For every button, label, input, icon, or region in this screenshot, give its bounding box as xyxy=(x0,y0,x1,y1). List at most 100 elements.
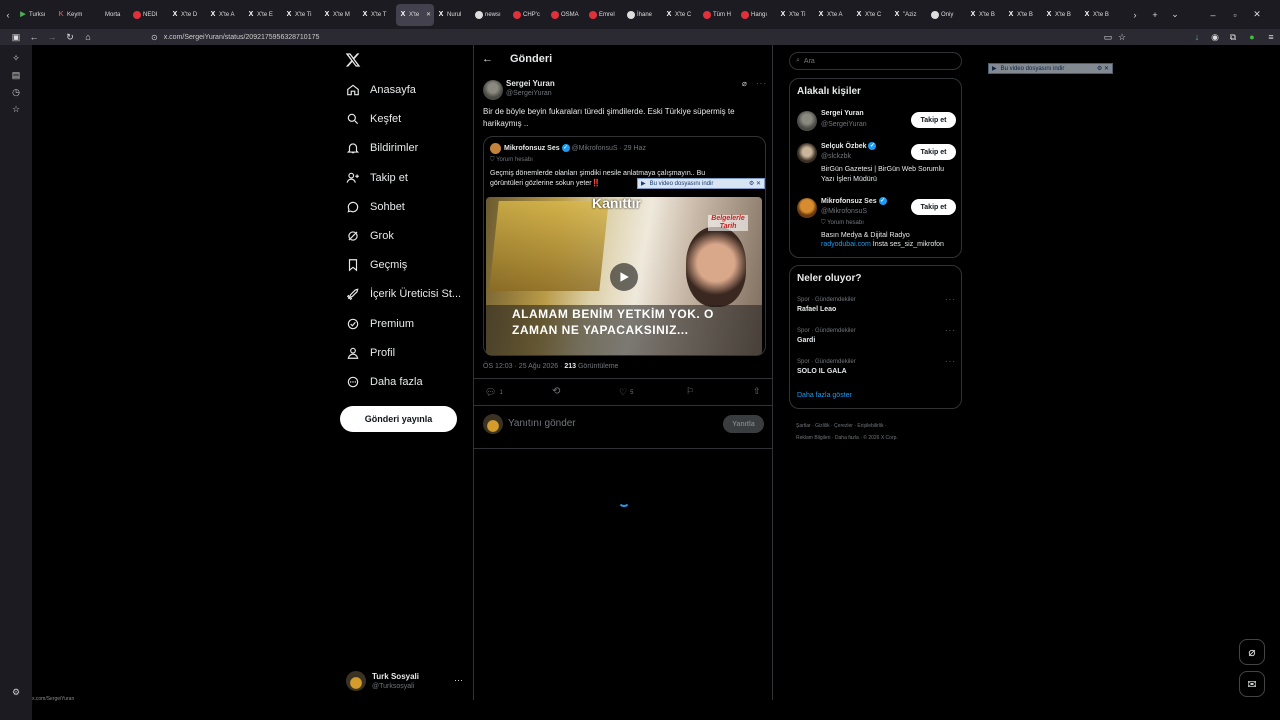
browser-tab[interactable]: NEDI xyxy=(130,4,168,26)
tab-scroll-right-icon[interactable]: › xyxy=(1128,8,1142,22)
nav-item-chat[interactable]: Sohbet xyxy=(346,195,405,219)
reload-icon[interactable]: ↻ xyxy=(63,30,77,44)
browser-tab[interactable]: Oniy xyxy=(928,4,966,26)
nav-item-premium[interactable]: Premium xyxy=(346,312,414,336)
browser-tab[interactable]: İhane xyxy=(624,4,662,26)
follow-button[interactable]: Takip et xyxy=(911,199,956,215)
browser-tab[interactable]: X X'te D xyxy=(168,4,206,26)
follow-button[interactable]: Takip et xyxy=(911,144,956,160)
download-options-icon[interactable]: ⚙ ✕ xyxy=(749,180,761,187)
retweet-icon[interactable]: ⟲ xyxy=(552,386,560,397)
extension-green-icon[interactable]: ● xyxy=(1245,30,1259,44)
bookmark-action-icon[interactable]: ⚐ xyxy=(686,386,694,397)
close-window-icon[interactable]: ✕ xyxy=(1250,8,1264,22)
nav-item-grok[interactable]: Grok xyxy=(346,224,394,248)
x-logo-icon[interactable] xyxy=(345,52,361,68)
reply-input[interactable]: Yanıtını gönder xyxy=(508,418,576,429)
share-icon[interactable]: ⇧ xyxy=(753,386,761,397)
tweet-author-handle[interactable]: @SergeiYuran xyxy=(506,90,552,97)
download-icon[interactable]: ↓ xyxy=(1190,30,1204,44)
address-bar[interactable]: ⊙ x.com/SergeiYuran/status/2092175956328… xyxy=(151,30,1051,44)
sidebar-toggle-icon[interactable]: ▣ xyxy=(9,30,23,44)
trend-more-icon[interactable]: ··· xyxy=(945,295,956,304)
browser-tab[interactable]: X X'te B xyxy=(966,4,1004,26)
browser-tab[interactable]: ▶ Turksı xyxy=(16,4,54,26)
browser-tab[interactable]: Tüm H xyxy=(700,4,738,26)
nav-item-bookmark[interactable]: Geçmiş xyxy=(346,253,407,277)
footer-links[interactable]: Şartlar · Gizlilik · Çerezler · Erişileb… xyxy=(796,420,898,444)
nav-item-profile[interactable]: Profil xyxy=(346,341,395,365)
nav-item-home[interactable]: Anasayfa xyxy=(346,78,416,102)
history-icon[interactable]: ◷ xyxy=(10,87,22,99)
tweet-author-avatar[interactable] xyxy=(483,80,503,100)
browser-tab[interactable]: Emrel xyxy=(586,4,624,26)
browser-tab[interactable]: K Keym xyxy=(54,4,92,26)
browser-tab[interactable]: X X'te Ti xyxy=(282,4,320,26)
new-tab-icon[interactable]: + xyxy=(1148,8,1162,22)
bookmark-star-icon[interactable]: ☆ xyxy=(1115,30,1129,44)
browser-tab[interactable]: X X'te B xyxy=(1042,4,1080,26)
more-dots-icon[interactable]: ··· xyxy=(454,675,463,685)
nav-item-more[interactable]: Daha fazla xyxy=(346,370,423,394)
grok-float-icon[interactable]: ⌀ xyxy=(1239,639,1265,665)
browser-tab[interactable]: X X'te A xyxy=(206,4,244,26)
nav-item-search[interactable]: Keşfet xyxy=(346,107,401,131)
nav-item-rocket[interactable]: İçerik Üreticisi St... xyxy=(346,282,461,306)
browser-tab[interactable]: X X'te E xyxy=(244,4,282,26)
tab-scroll-left-icon[interactable]: ‹ xyxy=(0,8,16,22)
messages-float-icon[interactable]: ✉ xyxy=(1239,671,1265,697)
bookmarks-icon[interactable]: ☆ xyxy=(10,104,22,116)
browser-tab[interactable]: CHP'c xyxy=(510,4,548,26)
like-action[interactable]: ♡ 5 xyxy=(619,387,633,398)
browser-tab[interactable]: X Nurul xyxy=(434,4,472,26)
browser-tab[interactable]: X X'te B xyxy=(1004,4,1042,26)
reader-icon[interactable]: ▭ xyxy=(1101,30,1115,44)
extensions-icon[interactable]: ⧉ xyxy=(1226,30,1240,44)
reply-action[interactable]: 💬︎ 1 xyxy=(485,387,503,398)
nav-item-bell[interactable]: Bildirimler xyxy=(346,136,418,160)
download-options-icon[interactable]: ⚙ ✕ xyxy=(1097,65,1109,72)
browser-tab[interactable]: X X'te C xyxy=(852,4,890,26)
nav-item-follow[interactable]: Takip et xyxy=(346,166,408,190)
close-tab-icon[interactable]: ✕ xyxy=(426,11,431,18)
tab-list-icon[interactable]: ⌄ xyxy=(1168,8,1182,22)
browser-tab[interactable]: X X'te B xyxy=(1080,4,1118,26)
browser-tab[interactable]: X "Aziz xyxy=(890,4,928,26)
bio-link[interactable]: radyodubai.com xyxy=(821,241,871,248)
browser-tab[interactable]: Morta xyxy=(92,4,130,26)
search-box[interactable]: ⌕ Ara xyxy=(789,52,962,70)
home-browser-icon[interactable]: ⌂ xyxy=(81,30,95,44)
browser-tab[interactable]: X X'te A xyxy=(814,4,852,26)
ai-chat-icon[interactable]: ✧ xyxy=(10,53,22,65)
trend-more-icon[interactable]: ··· xyxy=(945,357,956,366)
menu-icon[interactable]: ≡ xyxy=(1264,30,1278,44)
follow-button[interactable]: Takip et xyxy=(911,112,956,128)
account-icon[interactable]: ◉ xyxy=(1208,30,1222,44)
video-player[interactable]: Kanıttır Belgelerle Tarih ALAMAM BENİM Y… xyxy=(486,197,762,355)
maximize-icon[interactable]: ▫ xyxy=(1228,8,1242,22)
tweet-timestamp[interactable]: ÖS 12:03 · 25 Ağu 2026 · xyxy=(483,363,562,370)
browser-tab[interactable]: X X'te M xyxy=(320,4,358,26)
forward-icon[interactable]: → xyxy=(45,30,59,44)
browser-tab[interactable]: X X'te T xyxy=(358,4,396,26)
tweet-author-name[interactable]: Sergei Yuran xyxy=(506,79,555,88)
browser-tab[interactable]: X X'te ✕ xyxy=(396,3,434,26)
page-download-tooltip[interactable]: ▶ Bu video dosyasını indir ⚙ ✕ xyxy=(988,63,1113,74)
tabs-icon[interactable]: ▤ xyxy=(10,70,22,82)
video-download-tooltip[interactable]: ▶ Bu video dosyasını indir ⚙ ✕ xyxy=(637,178,765,189)
quoted-tweet[interactable]: Mikrofonsuz Ses ✓ @MikrofonsuS · 29 Haz … xyxy=(483,136,766,356)
browser-tab[interactable]: Hangı xyxy=(738,4,776,26)
play-button-icon[interactable] xyxy=(610,263,638,291)
tweet-more-icon[interactable]: ··· xyxy=(756,79,767,88)
trend-more-icon[interactable]: ··· xyxy=(945,326,956,335)
reply-button[interactable]: Yanıtla xyxy=(723,415,764,433)
grok-icon[interactable]: ⌀ xyxy=(742,79,747,88)
browser-tab[interactable]: X X'te C xyxy=(662,4,700,26)
site-info-icon[interactable]: ⊙ xyxy=(151,33,158,42)
back-arrow-icon[interactable]: ← xyxy=(482,53,493,65)
browser-tab[interactable]: X X'te Ti xyxy=(776,4,814,26)
browser-tab[interactable]: newsı xyxy=(472,4,510,26)
search-input[interactable]: Ara xyxy=(804,58,815,65)
back-icon[interactable]: ← xyxy=(27,30,41,44)
post-button[interactable]: Gönderi yayınla xyxy=(340,406,457,432)
